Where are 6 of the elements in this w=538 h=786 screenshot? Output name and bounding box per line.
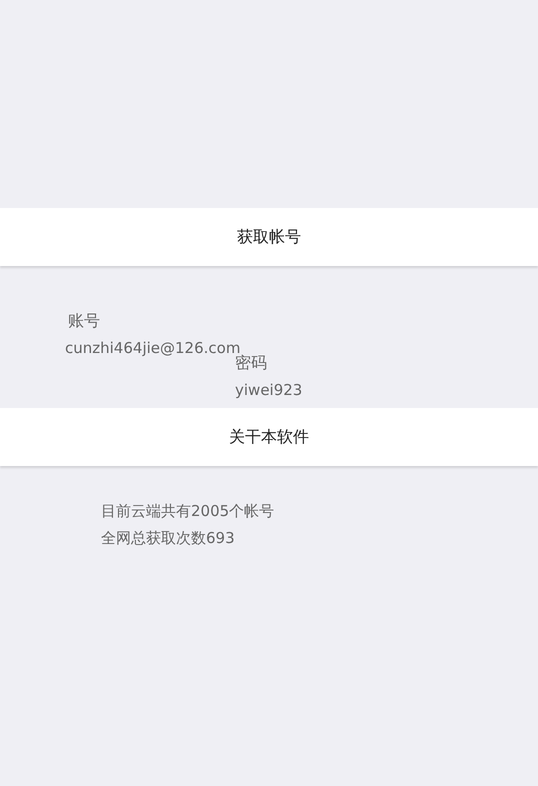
about-button[interactable]: 关干本软件 bbox=[0, 408, 538, 466]
stat-text: 目前云端共有2005个帐号 bbox=[101, 501, 274, 522]
account-label: 账号 bbox=[68, 310, 100, 332]
password-value: yiwei923 bbox=[235, 380, 302, 401]
stat-text: 全网总获取次数693 bbox=[101, 528, 235, 549]
get-account-button[interactable]: 获取帐号 bbox=[0, 208, 538, 266]
